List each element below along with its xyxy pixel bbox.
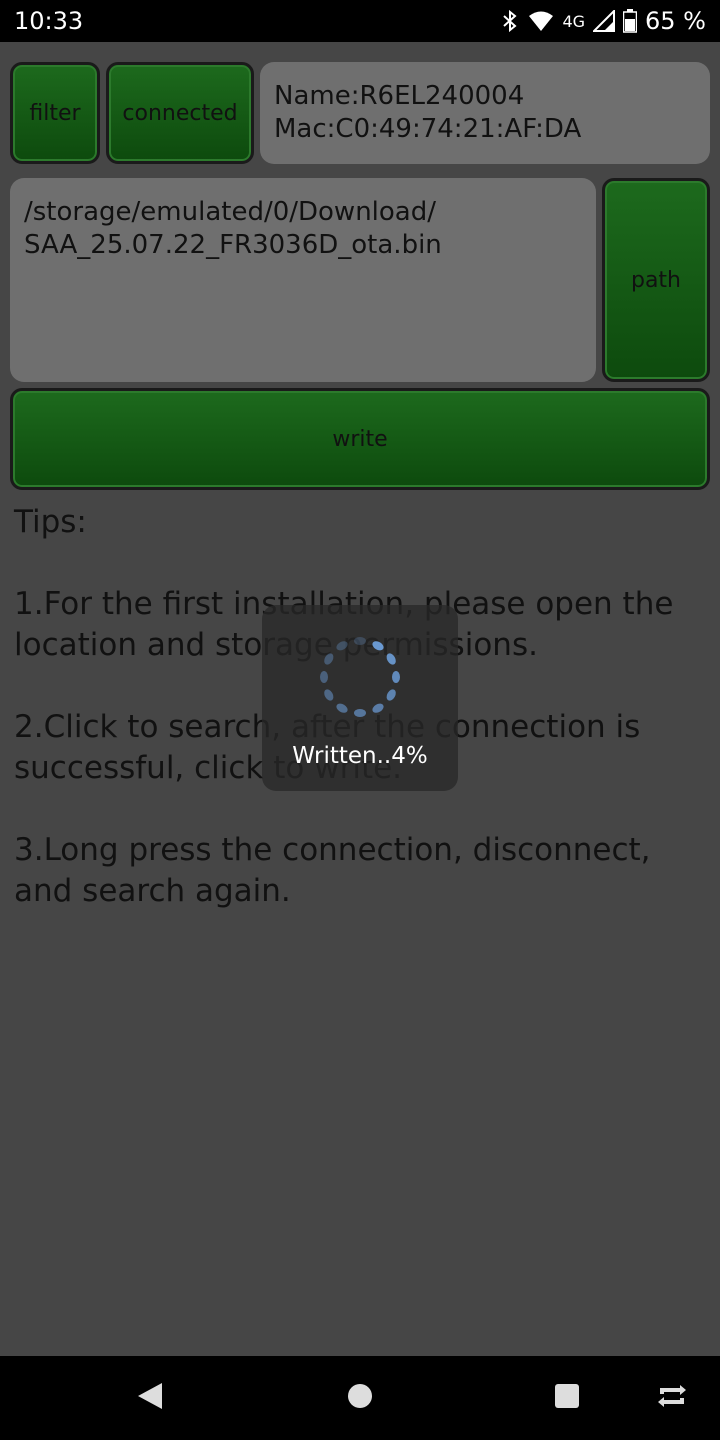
signal-icon bbox=[593, 10, 616, 32]
spinner-dot bbox=[372, 703, 384, 713]
tips-heading: Tips: bbox=[14, 504, 87, 540]
device-mac: Mac:C0:49:74:21:AF:DA bbox=[274, 114, 582, 144]
file-path-line2: SAA_25.07.22_FR3036D_ota.bin bbox=[24, 230, 442, 260]
file-path-line1: /storage/emulated/0/Download/ bbox=[24, 197, 437, 227]
spinner-dot bbox=[320, 671, 328, 683]
spinner-dot bbox=[324, 689, 334, 701]
write-button[interactable]: write bbox=[10, 388, 710, 490]
progress-dialog: Written..4% bbox=[262, 605, 458, 791]
tip-3-line-1: 3.Long press the connection, disconnect, bbox=[14, 832, 651, 868]
status-time: 10:33 bbox=[14, 7, 84, 35]
spinner-dot bbox=[354, 709, 366, 717]
battery-icon bbox=[623, 9, 638, 33]
status-bar: 10:33 4G 65 % bbox=[0, 0, 720, 42]
back-icon bbox=[136, 1381, 164, 1415]
network-type: 4G bbox=[562, 11, 586, 31]
home-button[interactable] bbox=[320, 1356, 400, 1440]
loading-spinner-icon bbox=[310, 627, 410, 727]
spinner-dot bbox=[392, 671, 400, 683]
device-name: Name:R6EL240004 bbox=[274, 81, 525, 111]
battery-percent: 65 % bbox=[645, 7, 706, 35]
device-info-panel: Name:R6EL240004 Mac:C0:49:74:21:AF:DA bbox=[260, 62, 710, 164]
status-icons: 4G 65 % bbox=[500, 7, 706, 35]
file-path-field[interactable]: /storage/emulated/0/Download/ SAA_25.07.… bbox=[10, 178, 596, 382]
navigation-bar bbox=[0, 1356, 720, 1440]
spinner-dot bbox=[324, 653, 334, 665]
recents-button[interactable] bbox=[527, 1356, 607, 1440]
spinner-dot bbox=[386, 689, 396, 701]
spinner-dot bbox=[386, 653, 396, 665]
rotate-button[interactable] bbox=[640, 1356, 704, 1440]
recents-icon bbox=[553, 1382, 581, 1414]
rotate-icon bbox=[656, 1384, 688, 1412]
wifi-icon bbox=[528, 10, 554, 32]
path-button[interactable]: path bbox=[602, 178, 710, 382]
home-icon bbox=[346, 1382, 374, 1414]
connected-button[interactable]: connected bbox=[106, 62, 254, 164]
spinner-dot bbox=[372, 641, 384, 651]
spinner-dot bbox=[336, 641, 348, 651]
back-button[interactable] bbox=[110, 1356, 190, 1440]
progress-text: Written..4% bbox=[292, 743, 428, 769]
spinner-dot bbox=[354, 637, 366, 645]
filter-button[interactable]: filter bbox=[10, 62, 100, 164]
tip-3-line-2: and search again. bbox=[14, 873, 291, 909]
bluetooth-icon bbox=[500, 9, 520, 33]
spinner-dot bbox=[336, 703, 348, 713]
